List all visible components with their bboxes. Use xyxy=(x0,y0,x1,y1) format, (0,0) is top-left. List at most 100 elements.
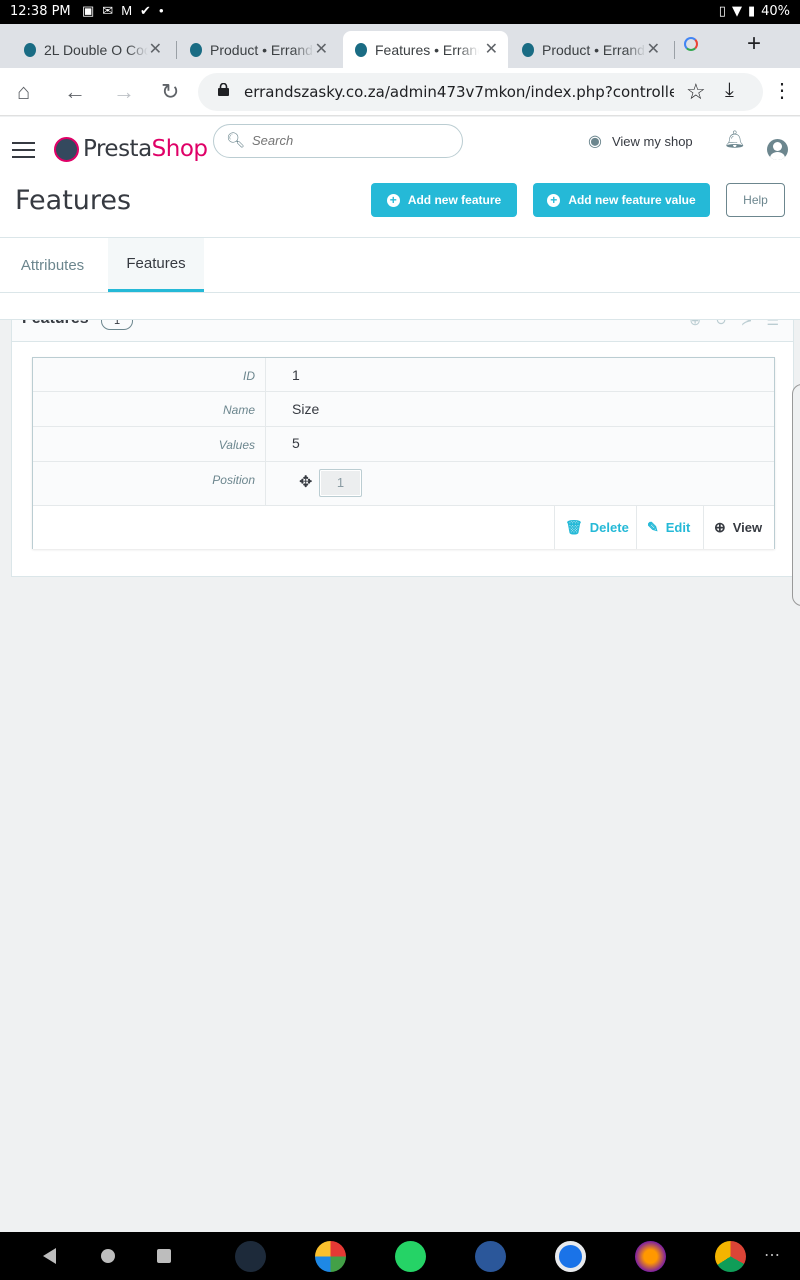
view-shop-label: View my shop xyxy=(611,133,693,149)
back-arrow-icon[interactable]: ← xyxy=(64,80,86,104)
lock-icon xyxy=(218,83,229,96)
chrome-icon[interactable] xyxy=(715,1241,746,1272)
hamburger-menu-icon[interactable] xyxy=(12,142,35,163)
tab-features[interactable]: Features xyxy=(108,238,204,292)
add-feature-label: Add new feature xyxy=(407,193,502,207)
whatsapp-icon[interactable] xyxy=(395,1241,426,1272)
address-bar[interactable]: errandszasky.co.za/admin473v7mkon/index.… xyxy=(198,73,763,111)
delete-button[interactable]: 🗑︎ Delete xyxy=(554,506,636,549)
help-button[interactable]: Help xyxy=(726,183,785,217)
sql-query-icon[interactable]: ≻ xyxy=(741,320,753,329)
more-apps-icon[interactable]: ⋯ xyxy=(764,1245,781,1265)
pencil-icon: ✎ xyxy=(647,519,659,535)
page-title: Features xyxy=(15,185,132,216)
refresh-icon[interactable]: ↻ xyxy=(715,320,727,329)
detail-row-values: Values 5 xyxy=(33,427,774,462)
database-icon[interactable]: ☰ xyxy=(766,320,779,329)
view-label: View xyxy=(732,520,763,535)
android-navigation-bar: ⋯ xyxy=(0,1232,800,1280)
plus-circle-icon: + xyxy=(386,193,400,207)
add-new-feature-button[interactable]: + Add new feature xyxy=(371,183,517,217)
close-tab-icon[interactable]: ✕ xyxy=(315,39,328,59)
battery-icon: ▮ xyxy=(747,4,756,19)
bookmark-star-icon[interactable]: ☆ xyxy=(686,79,706,105)
status-system-icons: ▯ ▼ ▮ 40% xyxy=(719,4,790,19)
wifi-icon: ▼ xyxy=(731,4,742,19)
zoom-in-icon: ⊕ xyxy=(714,519,726,535)
content-header-strip xyxy=(0,293,800,320)
back-triangle-icon[interactable] xyxy=(43,1248,56,1264)
view-button[interactable]: ⊕ View xyxy=(703,506,775,549)
dot-icon: • xyxy=(158,3,164,18)
forward-arrow-icon[interactable]: → xyxy=(113,80,135,104)
side-panel-handle[interactable] xyxy=(792,384,800,606)
home-circle-icon[interactable] xyxy=(101,1249,115,1263)
download-icon[interactable]: ⤓ xyxy=(725,79,734,102)
row-value: 1 xyxy=(292,367,300,383)
status-bar: 12:38 PM ▣ ✉ M ✔ • ▯ ▼ ▮ 40% xyxy=(0,0,800,24)
panel-heading: Features 1 ⊕ ↻ ≻ ☰ xyxy=(12,320,793,342)
notifications-bell-icon[interactable]: 🔔︎ xyxy=(724,130,746,150)
add-feature-value-label: Add new feature value xyxy=(568,193,696,207)
google-tab-icon[interactable] xyxy=(684,37,698,51)
drag-move-icon[interactable]: ✥ xyxy=(299,472,312,492)
calendar-icon[interactable] xyxy=(555,1241,586,1272)
detail-row-position: Position ✥ 1 xyxy=(33,462,774,506)
image-icon: ▣ xyxy=(82,3,95,18)
edit-button[interactable]: ✎ Edit xyxy=(636,506,703,549)
position-value-box: 1 xyxy=(319,469,362,497)
eye-icon: ◉ xyxy=(588,133,602,150)
add-icon[interactable]: ⊕ xyxy=(689,320,701,329)
row-label: Name xyxy=(33,392,266,426)
browser-tab-3-active[interactable]: Features • Errand ✕ xyxy=(343,31,508,68)
recents-square-icon[interactable] xyxy=(157,1249,171,1263)
detail-row-id: ID 1 xyxy=(33,358,774,392)
logo-text-shop: Shop xyxy=(151,136,208,162)
url-text[interactable]: errandszasky.co.za/admin473v7mkon/index.… xyxy=(244,83,674,101)
gmail-m-icon: M xyxy=(121,3,133,18)
detail-row-name: Name Size xyxy=(33,392,774,427)
firefox-icon[interactable] xyxy=(635,1241,666,1272)
browser-tab-4[interactable]: Product • Errand ✕ xyxy=(510,31,670,68)
app-grid-icon[interactable] xyxy=(315,1241,346,1272)
gmail-icon: ✉ xyxy=(102,3,114,18)
word-icon[interactable] xyxy=(475,1241,506,1272)
add-new-feature-value-button[interactable]: + Add new feature value xyxy=(533,183,710,217)
status-notification-icons: ▣ ✉ M ✔ • xyxy=(82,3,164,19)
close-tab-icon[interactable]: ✕ xyxy=(647,39,660,59)
search-icon: 🔍︎ xyxy=(226,132,246,149)
tab-title: Product • Errand xyxy=(542,41,645,58)
view-my-shop-link[interactable]: ◉ View my shop xyxy=(588,131,693,151)
count-badge: 1 xyxy=(101,320,133,330)
prestashop-puffin-icon xyxy=(54,136,79,162)
home-icon[interactable]: ⌂ xyxy=(17,80,30,104)
search-input[interactable] xyxy=(252,133,452,148)
prestashop-favicon-icon xyxy=(24,42,36,57)
close-tab-icon[interactable]: ✕ xyxy=(149,39,162,59)
panel-toolbar: ⊕ ↻ ≻ ☰ xyxy=(689,320,779,329)
browser-menu-icon[interactable]: ⋮ xyxy=(772,80,792,102)
row-label: Values xyxy=(33,427,266,461)
admin-search[interactable]: 🔍︎ xyxy=(213,124,463,158)
check-icon: ✔ xyxy=(140,3,151,18)
new-tab-plus-icon[interactable]: + xyxy=(747,32,761,56)
app-folder-icon[interactable] xyxy=(235,1241,266,1272)
prestashop-logo[interactable]: PrestaShop xyxy=(54,136,208,162)
row-actions: 🗑︎ Delete ✎ Edit ⊕ View xyxy=(33,506,774,549)
reload-icon[interactable]: ↻ xyxy=(161,80,179,104)
subtabs: Attributes Features xyxy=(0,238,800,293)
page-title-bar: Features + Add new feature + Add new fea… xyxy=(0,181,800,238)
feature-detail-table: ID 1 Name Size Values 5 Position ✥ 1 🗑︎ … xyxy=(32,357,775,549)
browser-tab-2[interactable]: Product • Errand ✕ xyxy=(178,31,338,68)
row-value: Size xyxy=(292,401,320,417)
tab-separator xyxy=(674,41,675,59)
admin-header: PrestaShop 🔍︎ ◉ View my shop 🔔︎ xyxy=(0,117,800,181)
vibrate-icon: ▯ xyxy=(718,4,726,19)
tab-title: Features • Errand xyxy=(375,41,479,58)
browser-tab-1[interactable]: 2L Double O Coo ✕ xyxy=(12,31,172,68)
user-avatar-icon[interactable] xyxy=(767,139,788,160)
close-tab-icon[interactable]: ✕ xyxy=(485,39,498,59)
tab-attributes[interactable]: Attributes xyxy=(0,238,105,292)
row-value: 5 xyxy=(292,435,300,451)
row-label: ID xyxy=(33,358,266,391)
